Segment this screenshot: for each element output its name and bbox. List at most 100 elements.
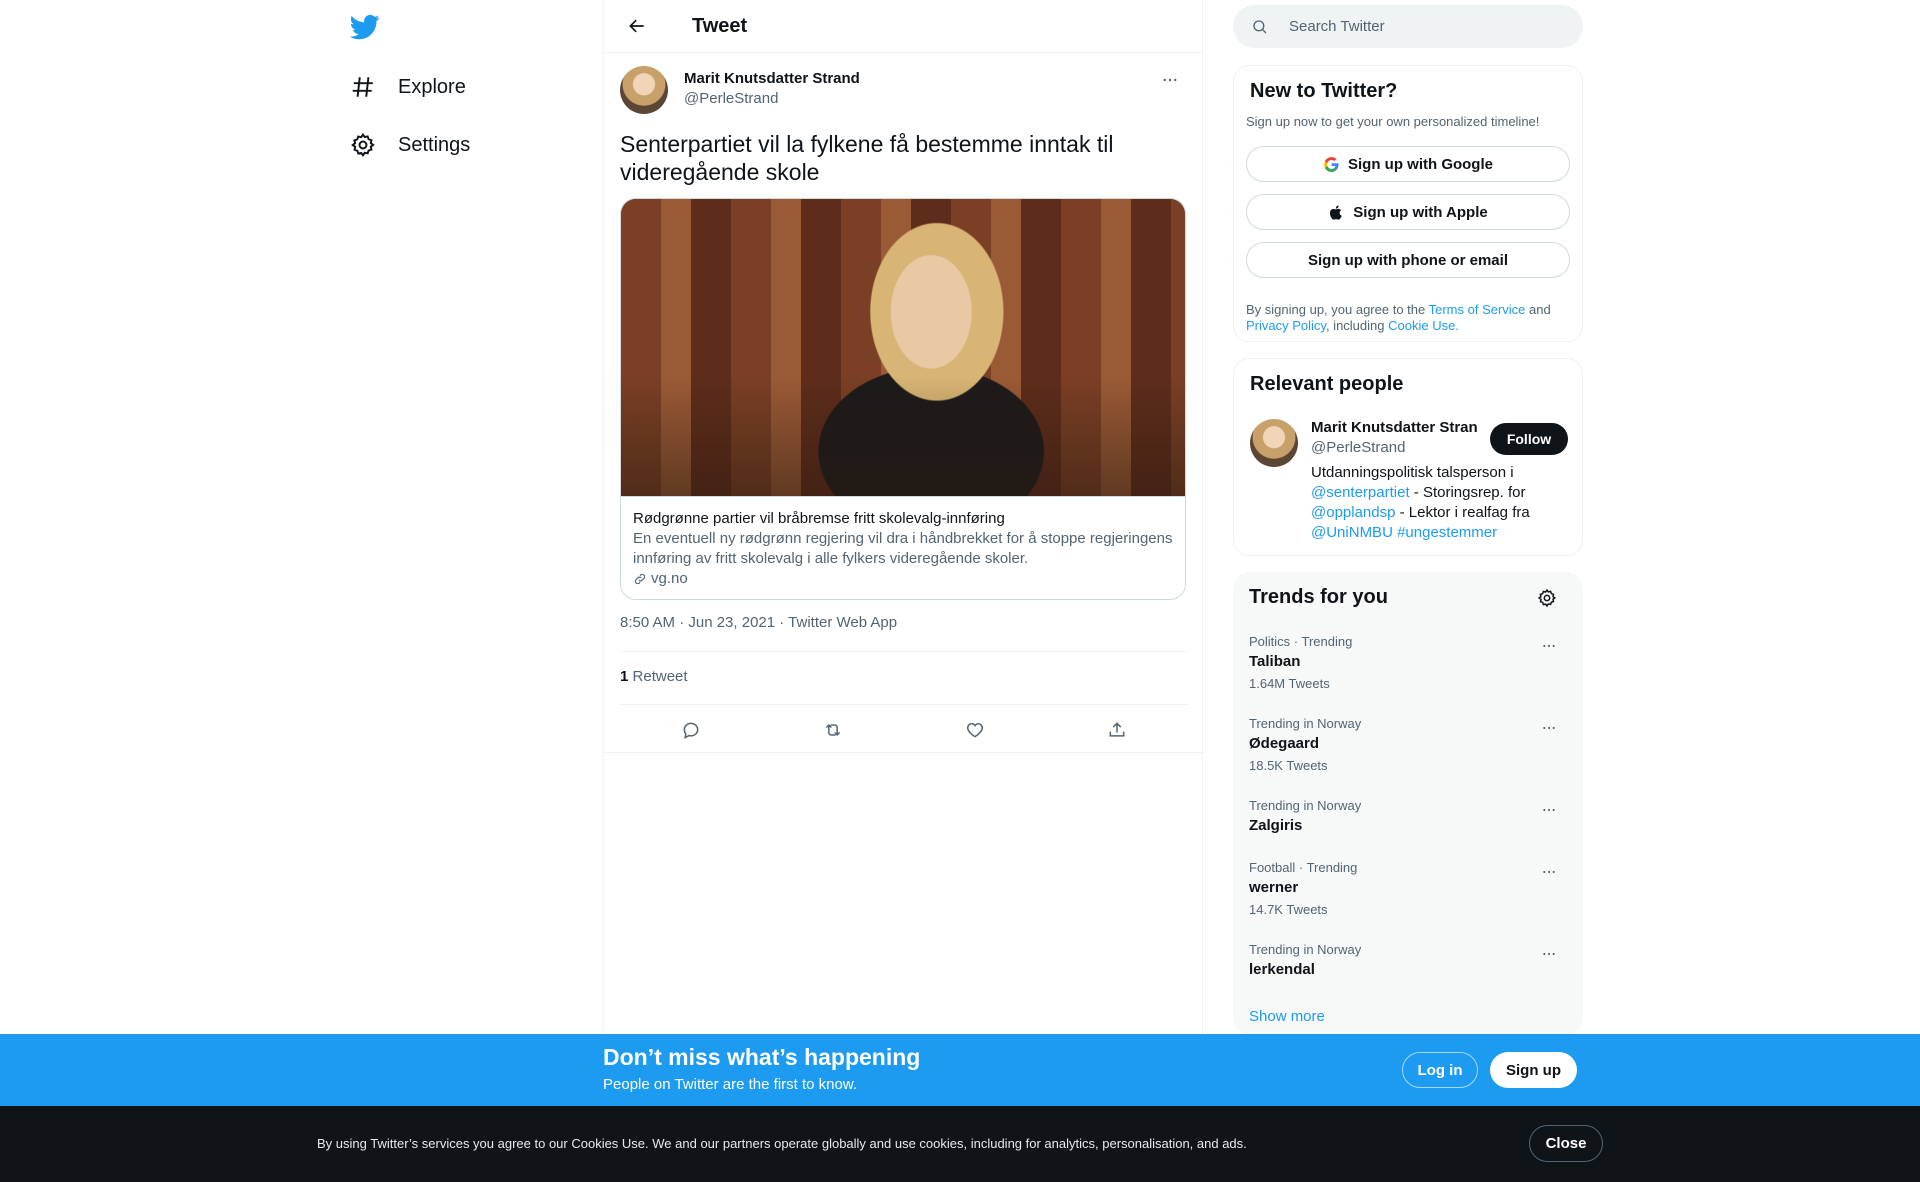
trend-more-button[interactable] xyxy=(1539,944,1559,964)
privacy-link[interactable]: Privacy Policy xyxy=(1246,318,1326,333)
search-box[interactable] xyxy=(1233,5,1583,48)
nav-settings[interactable]: Settings xyxy=(350,132,470,158)
tweet-more-button[interactable] xyxy=(1160,70,1180,90)
trend-context: Trending in Norway xyxy=(1249,942,1362,957)
card-description: En eventuell ny rødgrønn regjering vil d… xyxy=(633,530,1173,567)
trend-more-button[interactable] xyxy=(1539,800,1559,820)
tweet-text: Senterpartiet vil la fylkene få bestemme… xyxy=(620,131,1114,185)
more-dots-icon xyxy=(1541,638,1557,654)
trend-name: Taliban xyxy=(1249,653,1301,670)
trend-item[interactable]: Trending in Norway lerkendal xyxy=(1249,942,1567,980)
signup-apple-button[interactable]: Sign up with Apple xyxy=(1246,194,1570,230)
divider xyxy=(604,752,1204,753)
divider xyxy=(620,704,1188,705)
follow-button[interactable]: Follow xyxy=(1490,423,1568,455)
retweet-label: Retweet xyxy=(632,668,688,685)
relevant-person-avatar[interactable] xyxy=(1250,419,1298,467)
trend-item[interactable]: Politics · Trending Taliban 1.64M Tweets xyxy=(1249,634,1567,692)
login-button[interactable]: Log in xyxy=(1402,1052,1478,1088)
page-title: Tweet xyxy=(692,14,748,37)
signup-button[interactable]: Sign up xyxy=(1490,1052,1577,1088)
share-icon xyxy=(1107,720,1127,740)
back-button[interactable] xyxy=(620,9,654,43)
relevant-person-name[interactable]: Marit Knutsdatter Strand xyxy=(1311,419,1477,436)
heart-icon xyxy=(965,720,985,740)
signup-legal-text: By signing up, you agree to the Terms of… xyxy=(1246,302,1570,334)
show-more-link[interactable]: Show more xyxy=(1249,1008,1325,1025)
divider xyxy=(620,651,1188,652)
more-dots-icon xyxy=(1541,946,1557,962)
link-card[interactable]: Rødgrønne partier vil bråbremse fritt sk… xyxy=(620,198,1186,600)
bio-link-senterpartiet[interactable]: @senterpartiet xyxy=(1311,484,1410,501)
signup-apple-label: Sign up with Apple xyxy=(1353,203,1488,221)
trend-more-button[interactable] xyxy=(1539,862,1559,882)
author-handle[interactable]: @PerleStrand xyxy=(684,90,778,107)
share-button[interactable] xyxy=(1100,713,1134,747)
trend-name: Zalgiris xyxy=(1249,817,1303,834)
retweet-button[interactable] xyxy=(816,713,850,747)
more-dots-icon xyxy=(1541,802,1557,818)
legal-text-3: , including xyxy=(1325,318,1389,333)
nav-explore[interactable]: Explore xyxy=(350,74,466,100)
apple-icon xyxy=(1328,204,1345,221)
bio-link-ungestemmer[interactable]: #ungestemmer xyxy=(1397,524,1497,541)
cookie-link[interactable]: Cookie Use. xyxy=(1388,318,1459,333)
like-button[interactable] xyxy=(958,713,992,747)
legal-text-1: By signing up, you agree to the xyxy=(1246,302,1429,317)
google-icon xyxy=(1323,156,1340,173)
cookie-bar: By using Twitter’s services you agree to… xyxy=(0,1106,1920,1182)
bio-link-opplandsp[interactable]: @opplandsp xyxy=(1311,504,1395,521)
search-input[interactable] xyxy=(1289,18,1549,35)
signup-google-button[interactable]: Sign up with Google xyxy=(1246,146,1570,182)
relevant-people-title: Relevant people xyxy=(1250,373,1404,395)
trend-item[interactable]: Trending in Norway Ødegaard 18.5K Tweets xyxy=(1249,716,1567,774)
trends-settings-button[interactable] xyxy=(1537,588,1557,608)
link-icon xyxy=(633,572,647,586)
trend-context: Trending in Norway xyxy=(1249,716,1362,731)
gear-icon xyxy=(350,132,376,158)
trend-context: Trending in Norway xyxy=(1249,798,1362,813)
trend-context: Politics · Trending xyxy=(1249,634,1353,649)
trend-name: Ødegaard xyxy=(1249,735,1320,752)
trend-count: 1.64M Tweets xyxy=(1249,676,1330,691)
bio-text-2: - Storingsrep. for xyxy=(1409,484,1526,501)
signup-phone-button[interactable]: Sign up with phone or email xyxy=(1246,242,1570,278)
retweet-stats[interactable]: 1 Retweet xyxy=(620,668,688,685)
signup-phone-label: Sign up with phone or email xyxy=(1307,251,1508,269)
relevant-people-panel: Relevant people Marit Knutsdatter Strand… xyxy=(1233,358,1583,556)
trends-title: Trends for you xyxy=(1249,586,1388,608)
trend-more-button[interactable] xyxy=(1539,636,1559,656)
trend-context: Football · Trending xyxy=(1249,860,1358,875)
retweet-count: 1 xyxy=(620,668,629,685)
bio-text-1: Utdanningspolitisk talsperson i xyxy=(1311,464,1514,481)
search-icon xyxy=(1251,18,1269,36)
signup-google-label: Sign up with Google xyxy=(1348,155,1493,173)
banner-subtitle: People on Twitter are the first to know. xyxy=(603,1076,858,1093)
relevant-person-handle[interactable]: @PerleStrand xyxy=(1311,439,1405,456)
trend-item[interactable]: Football · Trending werner 14.7K Tweets xyxy=(1249,860,1567,918)
twitter-bird-icon[interactable] xyxy=(350,12,380,42)
retweet-icon xyxy=(823,720,843,740)
cookie-close-button[interactable]: Close xyxy=(1529,1125,1603,1162)
author-name[interactable]: Marit Knutsdatter Strand xyxy=(684,70,860,87)
bio-link-uninmbu[interactable]: @UniNMBU xyxy=(1311,524,1393,541)
more-dots-icon xyxy=(1161,71,1179,89)
trend-count: 14.7K Tweets xyxy=(1249,902,1328,917)
cookie-text: By using Twitter’s services you agree to… xyxy=(317,1136,1247,1151)
terms-link[interactable]: Terms of Service xyxy=(1429,302,1526,317)
tweet-timestamp[interactable]: 8:50 AM · Jun 23, 2021 · Twitter Web App xyxy=(620,614,897,631)
bio-text-3: - Lektor i realfag fra xyxy=(1395,504,1530,521)
banner-title: Don’t miss what’s happening xyxy=(603,1044,921,1070)
legal-text-2: and xyxy=(1525,302,1551,317)
arrow-left-icon xyxy=(627,16,647,36)
author-avatar[interactable] xyxy=(620,66,668,114)
reply-button[interactable] xyxy=(674,713,708,747)
trend-name: lerkendal xyxy=(1249,961,1315,978)
trend-more-button[interactable] xyxy=(1539,718,1559,738)
hashtag-icon xyxy=(350,74,376,100)
trend-item[interactable]: Trending in Norway Zalgiris xyxy=(1249,798,1567,836)
signup-banner: Don’t miss what’s happening People on Tw… xyxy=(0,1034,1920,1106)
signup-panel-title: New to Twitter? xyxy=(1250,80,1398,102)
card-image xyxy=(621,199,1185,496)
trends-panel: Trends for you Politics · Trending Talib… xyxy=(1233,572,1583,1034)
